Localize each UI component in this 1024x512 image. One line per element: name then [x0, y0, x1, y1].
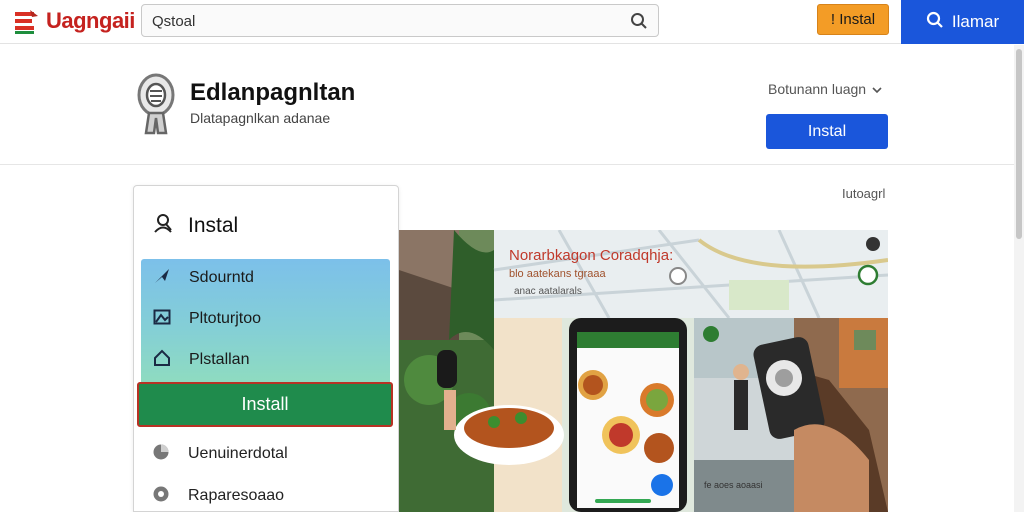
panel-options: Sdourntd Pltoturjtoo Plstallan: [141, 259, 390, 385]
chevron-down-icon: [872, 81, 882, 97]
language-select[interactable]: Botunann luagn: [768, 81, 882, 97]
search-icon[interactable]: [630, 12, 648, 35]
panel-option-label: Pltoturjtoo: [189, 310, 262, 327]
top-bar: Uagngaii ! Instal Ilamar: [0, 0, 1024, 44]
list-item-label: Raparesoaao: [188, 487, 285, 504]
hero-illustration: Norarbkagon Coradqhja: blo aatekans tgra…: [399, 230, 888, 512]
map-pin-icon: [669, 267, 687, 285]
panel-option[interactable]: Pltoturjtoo: [153, 307, 261, 331]
panel-header: Instal: [152, 212, 238, 240]
language-label: Botunann luagn: [768, 81, 867, 97]
top-cta-button[interactable]: Ilamar: [901, 0, 1024, 44]
app-title: Edlanpagnltan: [190, 79, 356, 106]
settings-icon: [152, 485, 170, 508]
panel-option-label: Sdourntd: [189, 269, 254, 286]
top-install-button[interactable]: ! Instal: [817, 4, 889, 35]
map-line: anac aatalarals: [514, 286, 582, 297]
hero-image: Norarbkagon Coradqhja: blo aatekans tgra…: [399, 230, 888, 512]
scrollbar-thumb[interactable]: [1016, 49, 1022, 239]
card-caption: fe aoes aoaasi: [704, 480, 763, 490]
map-line: blo aatekans tgraaa: [509, 268, 607, 280]
panel-option[interactable]: Plstallan: [153, 348, 249, 372]
map-pin-icon: [866, 237, 880, 251]
search-icon: [926, 11, 944, 34]
install-panel: Instal Sdourntd Pltoturjtoo Plstallan In…: [133, 185, 399, 512]
search-input[interactable]: [152, 11, 612, 31]
panel-title: Instal: [188, 214, 239, 237]
home-icon: [153, 349, 171, 372]
app-subtitle: Dlatapagnlkan adanae: [190, 110, 331, 126]
top-cta-label: Ilamar: [951, 12, 1000, 31]
list-item[interactable]: Raparesoaao: [152, 484, 284, 508]
list-item[interactable]: Uenuinerdotal: [152, 442, 288, 466]
install-button[interactable]: Instal: [766, 114, 888, 149]
logo-icon: [12, 8, 40, 34]
panel-option-label: Plstallan: [189, 351, 250, 368]
image-icon: [153, 308, 171, 331]
map-title: Norarbkagon Coradqhja:: [509, 247, 673, 264]
logo-text: Uagngaii: [46, 8, 135, 33]
panel-option[interactable]: Sdourntd: [153, 266, 254, 290]
app-icon: [134, 73, 178, 137]
pie-icon: [152, 443, 170, 466]
arrow-icon: [153, 267, 171, 290]
section-link[interactable]: Iutoagrl: [842, 186, 885, 201]
map-pin-icon: [857, 264, 879, 286]
app-header: Edlanpagnltan Dlatapagnlkan adanae Botun…: [0, 45, 1014, 165]
install-primary-button[interactable]: Install: [137, 382, 393, 427]
logo[interactable]: Uagngaii: [12, 6, 135, 36]
user-icon: [152, 212, 174, 240]
scrollbar[interactable]: [1014, 45, 1024, 512]
list-item-label: Uenuinerdotal: [188, 445, 288, 462]
search-box[interactable]: [141, 4, 659, 37]
